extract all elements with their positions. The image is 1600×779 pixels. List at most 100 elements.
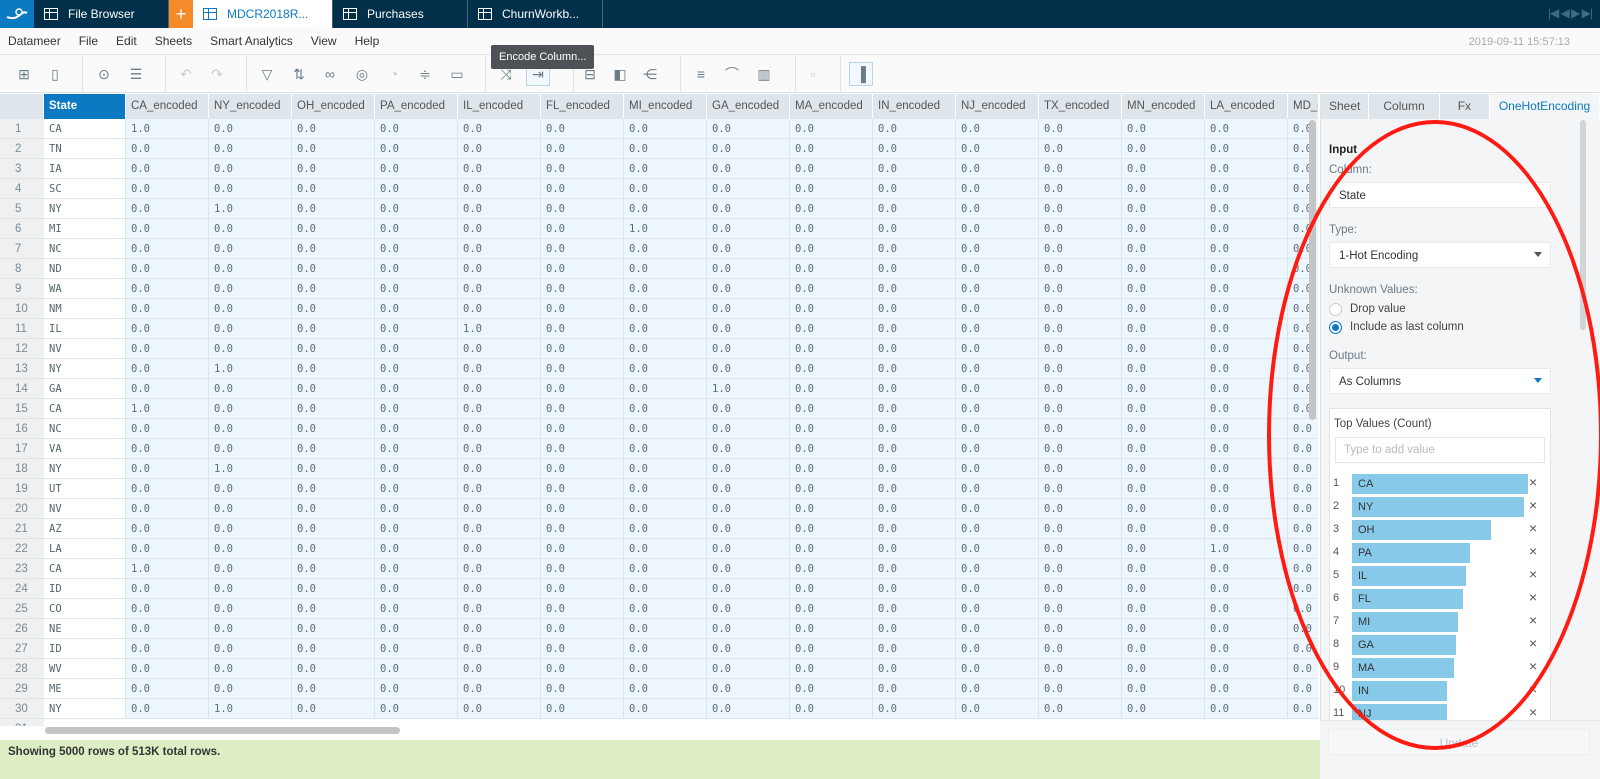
encoded-cell[interactable]: 0.0 <box>375 579 458 599</box>
encoded-cell[interactable]: 0.0 <box>126 359 209 379</box>
row-number[interactable]: 4 <box>0 179 44 199</box>
encoded-cell[interactable]: 0.0 <box>1205 519 1288 539</box>
row-number[interactable]: 1 <box>0 119 44 139</box>
row-number[interactable]: 16 <box>0 419 44 439</box>
encoded-cell[interactable]: 0.0 <box>873 339 956 359</box>
encoded-cell[interactable]: 0.0 <box>375 499 458 519</box>
state-cell[interactable]: NE <box>44 619 126 639</box>
encoded-cell[interactable]: 0.0 <box>1122 219 1205 239</box>
radio-include-label[interactable]: Include as last column <box>1350 321 1464 333</box>
radio-include-last[interactable] <box>1329 321 1342 334</box>
encoded-cell[interactable]: 0.0 <box>1122 519 1205 539</box>
encoded-cell[interactable]: 0.0 <box>458 419 541 439</box>
encoded-cell[interactable]: 0.0 <box>790 239 873 259</box>
encoded-cell[interactable]: 0.0 <box>707 299 790 319</box>
encoded-cell[interactable]: 0.0 <box>1205 619 1288 639</box>
filter-icon[interactable]: ▽ <box>257 64 277 84</box>
encoded-cell[interactable]: 0.0 <box>126 459 209 479</box>
encoded-cell[interactable]: 0.0 <box>1039 339 1122 359</box>
encoded-cell[interactable]: 0.0 <box>541 559 624 579</box>
encoded-cell[interactable]: 0.0 <box>790 679 873 699</box>
encoded-cell[interactable]: 0.0 <box>209 379 292 399</box>
encoded-cell[interactable]: 0.0 <box>1039 699 1122 719</box>
encoded-cell[interactable]: 0.0 <box>375 699 458 719</box>
encoded-cell[interactable]: 0.0 <box>1122 479 1205 499</box>
encoded-cell[interactable]: 0.0 <box>1039 479 1122 499</box>
encoded-cell[interactable]: 0.0 <box>624 279 707 299</box>
encoded-cell[interactable]: 0.0 <box>956 159 1039 179</box>
encoded-cell[interactable]: 0.0 <box>956 679 1039 699</box>
encoded-cell[interactable]: 0.0 <box>458 279 541 299</box>
encoded-cell[interactable]: 0.0 <box>707 499 790 519</box>
encoded-cell[interactable]: 0.0 <box>1122 679 1205 699</box>
encoded-cell[interactable]: 0.0 <box>790 419 873 439</box>
remove-value-icon[interactable]: × <box>1529 520 1537 536</box>
encoded-cell[interactable]: 0.0 <box>292 419 375 439</box>
encoded-cell[interactable]: 0.0 <box>292 399 375 419</box>
encoded-cell[interactable]: 0.0 <box>209 539 292 559</box>
encoded-cell[interactable]: 0.0 <box>624 499 707 519</box>
encoded-cell[interactable]: 0.0 <box>624 459 707 479</box>
encoded-cell[interactable]: 1.0 <box>458 319 541 339</box>
encoded-cell[interactable]: 0.0 <box>1122 139 1205 159</box>
tab-onehotencoding[interactable]: OneHotEncoding <box>1490 94 1600 119</box>
encoded-cell[interactable]: 0.0 <box>956 579 1039 599</box>
encoded-cell[interactable]: 0.0 <box>873 499 956 519</box>
encoded-cell[interactable]: 0.0 <box>956 699 1039 719</box>
update-button[interactable]: Update <box>1328 729 1590 755</box>
sort-icon[interactable]: ⇅ <box>289 64 309 84</box>
encoded-cell[interactable]: 0.0 <box>956 559 1039 579</box>
encoded-cell[interactable]: 0.0 <box>458 619 541 639</box>
network-icon[interactable]: ⋲ <box>640 64 660 84</box>
encoded-cell[interactable]: 0.0 <box>1122 699 1205 719</box>
encoded-cell[interactable]: 0.0 <box>790 699 873 719</box>
encoded-cell[interactable]: 1.0 <box>209 459 292 479</box>
encoded-cell[interactable]: 0.0 <box>541 579 624 599</box>
encoded-cell[interactable]: 0.0 <box>707 319 790 339</box>
encoded-cell[interactable]: 0.0 <box>209 559 292 579</box>
encoded-cell[interactable]: 0.0 <box>1205 579 1288 599</box>
column-header[interactable]: IL_encoded <box>458 94 541 119</box>
encoded-cell[interactable]: 0.0 <box>126 339 209 359</box>
encoded-cell[interactable]: 0.0 <box>292 539 375 559</box>
encoded-cell[interactable]: 0.0 <box>292 639 375 659</box>
encoded-cell[interactable]: 0.0 <box>1122 599 1205 619</box>
encoded-cell[interactable]: 0.0 <box>873 539 956 559</box>
encoded-cell[interactable]: 0.0 <box>1122 199 1205 219</box>
encoded-cell[interactable]: 0.0 <box>1039 559 1122 579</box>
encoded-cell[interactable]: 0.0 <box>624 239 707 259</box>
encoded-cell[interactable]: 0.0 <box>1205 459 1288 479</box>
remove-value-icon[interactable]: × <box>1529 566 1537 582</box>
encoded-cell[interactable]: 0.0 <box>1039 319 1122 339</box>
state-cell[interactable]: UT <box>44 479 126 499</box>
encoded-cell[interactable]: 0.0 <box>458 379 541 399</box>
encoded-cell[interactable]: 0.0 <box>375 439 458 459</box>
encoded-cell[interactable]: 0.0 <box>707 139 790 159</box>
encoded-cell[interactable]: 0.0 <box>375 559 458 579</box>
encoded-cell[interactable]: 0.0 <box>707 159 790 179</box>
state-cell[interactable]: NC <box>44 239 126 259</box>
encoded-cell[interactable]: 0.0 <box>126 319 209 339</box>
row-number[interactable]: 3 <box>0 159 44 179</box>
column-header[interactable]: CA_encoded <box>126 94 209 119</box>
column-header[interactable]: OH_encoded <box>292 94 375 119</box>
panel-scrollbar[interactable] <box>1580 120 1586 330</box>
encoded-cell[interactable]: 0.0 <box>126 419 209 439</box>
state-cell[interactable]: IA <box>44 159 126 179</box>
encoded-cell[interactable]: 0.0 <box>1288 579 1318 599</box>
encoded-cell[interactable]: 0.0 <box>126 619 209 639</box>
encoded-cell[interactable]: 0.0 <box>873 439 956 459</box>
encoded-cell[interactable]: 0.0 <box>956 459 1039 479</box>
preview-icon[interactable]: ☰ <box>126 64 146 84</box>
encoded-cell[interactable]: 0.0 <box>126 499 209 519</box>
encoded-cell[interactable]: 0.0 <box>541 499 624 519</box>
encoded-cell[interactable]: 0.0 <box>790 259 873 279</box>
column-header[interactable]: TX_encoded <box>1039 94 1122 119</box>
menu-file[interactable]: File <box>79 34 98 48</box>
encoded-cell[interactable]: 0.0 <box>1205 559 1288 579</box>
encoded-cell[interactable]: 0.0 <box>1205 319 1288 339</box>
encoded-cell[interactable]: 0.0 <box>292 119 375 139</box>
encoded-cell[interactable]: 0.0 <box>873 259 956 279</box>
row-number[interactable]: 15 <box>0 399 44 419</box>
encoded-cell[interactable]: 0.0 <box>292 499 375 519</box>
